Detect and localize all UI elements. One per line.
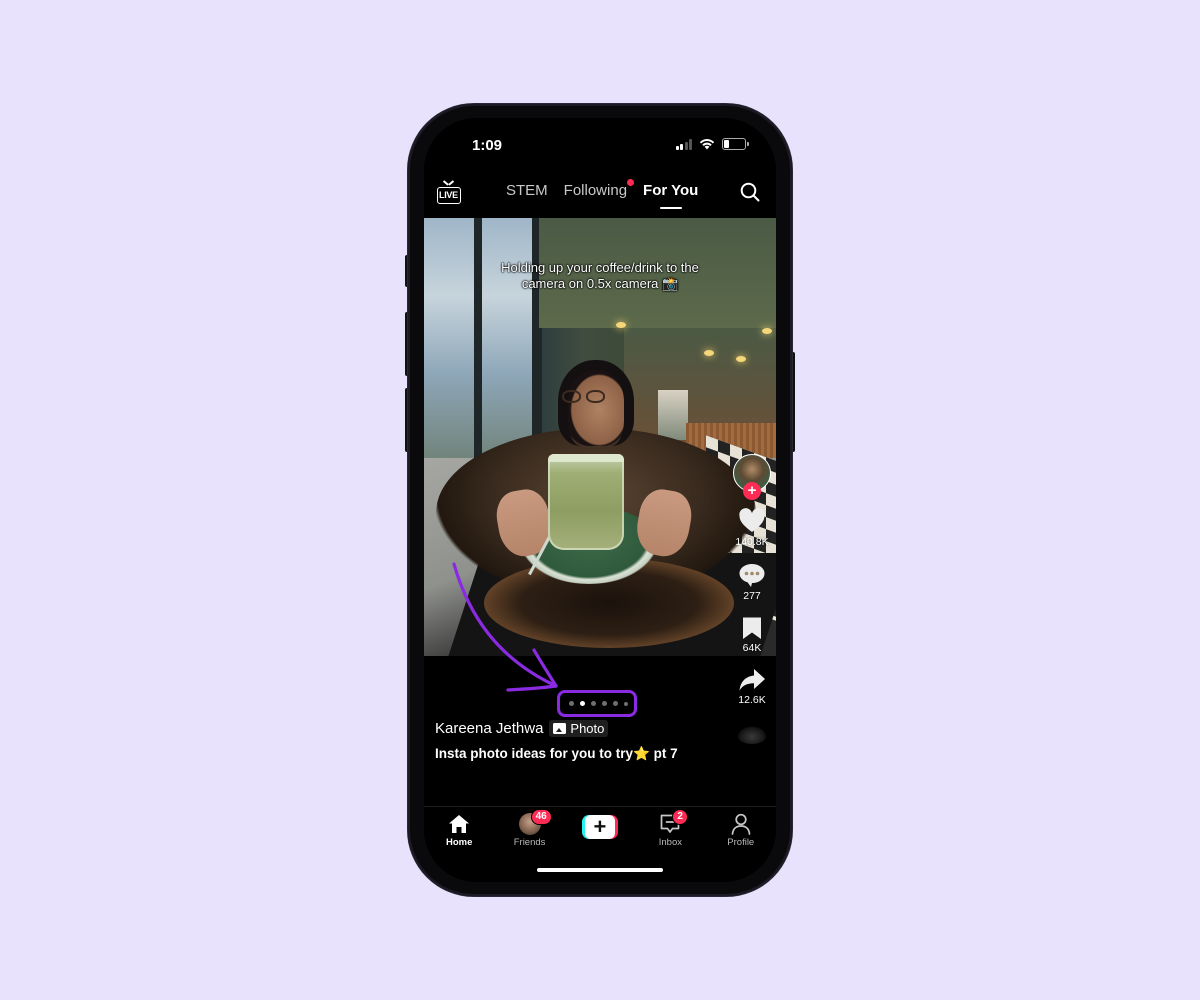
photo-matcha-glass — [548, 454, 624, 550]
caption-line-1: Holding up your coffee/drink to the — [501, 260, 699, 275]
save-button[interactable]: 64K — [741, 616, 763, 654]
save-count: 64K — [742, 642, 762, 654]
action-rail: + 140.8K 277 64K 12.6K — [732, 454, 772, 744]
share-count: 12.6K — [738, 694, 766, 706]
battery-icon — [722, 138, 749, 150]
like-button[interactable]: 140.8K — [735, 508, 769, 548]
comment-count: 277 — [743, 590, 761, 602]
author-name[interactable]: Kareena Jethwa — [435, 720, 543, 737]
caption-line-2: camera on 0.5x camera 📸 — [521, 276, 679, 291]
carousel-dot[interactable] — [591, 701, 596, 706]
nav-profile-label: Profile — [727, 837, 755, 848]
nav-inbox-label: Inbox — [658, 837, 682, 848]
nav-profile[interactable]: Profile — [711, 813, 771, 848]
carousel-dot[interactable] — [602, 701, 607, 706]
feed-tabs: STEM Following For You — [506, 179, 699, 209]
tab-following-label: Following — [563, 182, 628, 199]
tab-stem-label: STEM — [506, 182, 548, 199]
post-description[interactable]: Insta photo ideas for you to try⭐ pt 7 — [435, 746, 678, 762]
share-button[interactable]: 12.6K — [738, 668, 766, 706]
home-indicator[interactable] — [537, 868, 663, 872]
nav-inbox[interactable]: 2 Inbox — [640, 809, 700, 848]
creator-avatar[interactable]: + — [733, 454, 771, 500]
heart-icon — [739, 508, 765, 532]
inbox-badge: 2 — [672, 809, 688, 825]
carousel-pagination-dots[interactable] — [569, 701, 628, 706]
notification-dot — [627, 179, 635, 186]
status-icons — [675, 138, 749, 150]
tab-for-you-label: For You — [643, 182, 699, 199]
carousel-dot[interactable] — [569, 701, 574, 706]
author-row: Kareena Jethwa Photo — [435, 720, 609, 737]
photo-type-badge: Photo — [549, 720, 609, 737]
share-arrow-icon — [739, 669, 765, 691]
create-button[interactable]: + — [581, 815, 618, 839]
nav-friends[interactable]: 46 Friends — [500, 809, 560, 848]
nav-home-label: Home — [445, 837, 473, 848]
tab-for-you[interactable]: For You — [643, 182, 699, 209]
profile-icon — [731, 813, 751, 835]
bottom-navigation: Home 46 Friends + 2 Inbox Profile — [424, 806, 776, 856]
phone-screen: 1:09 LIVE STEM Following For You Holding… — [424, 118, 776, 882]
status-time: 1:09 — [472, 137, 503, 154]
active-tab-indicator — [659, 207, 682, 209]
photo-fridge — [658, 390, 688, 440]
photo-lamp — [736, 356, 746, 362]
follow-button[interactable]: + — [743, 482, 761, 500]
top-navigation: LIVE STEM Following For You — [424, 178, 776, 214]
friends-badge: 46 — [530, 809, 552, 825]
live-label: LIVE — [439, 190, 458, 200]
search-icon[interactable] — [740, 182, 760, 202]
carousel-dot[interactable] — [613, 701, 618, 706]
photo-badge-label: Photo — [570, 721, 605, 736]
live-tv-icon[interactable]: LIVE — [437, 180, 461, 204]
image-icon — [553, 723, 567, 734]
home-icon — [449, 815, 470, 833]
photo-caption-overlay: Holding up your coffee/drink to the came… — [424, 260, 776, 292]
like-count: 140.8K — [735, 536, 769, 548]
photo-lamp — [704, 350, 714, 356]
nav-create[interactable]: + — [570, 813, 630, 839]
nav-friends-label: Friends — [513, 837, 546, 848]
photo-lamp — [616, 322, 626, 328]
photo-glasses — [562, 390, 608, 404]
photo-lamp — [762, 328, 772, 334]
comment-icon — [739, 564, 765, 587]
create-plus-icon: + — [584, 815, 615, 839]
nav-home[interactable]: Home — [429, 813, 489, 848]
carousel-dot-active[interactable] — [580, 701, 585, 706]
bookmark-icon — [743, 617, 761, 639]
music-disc-icon[interactable] — [737, 726, 767, 744]
cellular-signal-icon — [675, 138, 692, 150]
tab-stem[interactable]: STEM — [506, 182, 548, 199]
comment-button[interactable]: 277 — [738, 562, 766, 602]
tab-following[interactable]: Following — [563, 179, 635, 199]
carousel-dot[interactable] — [624, 701, 628, 706]
wifi-icon — [699, 139, 715, 150]
